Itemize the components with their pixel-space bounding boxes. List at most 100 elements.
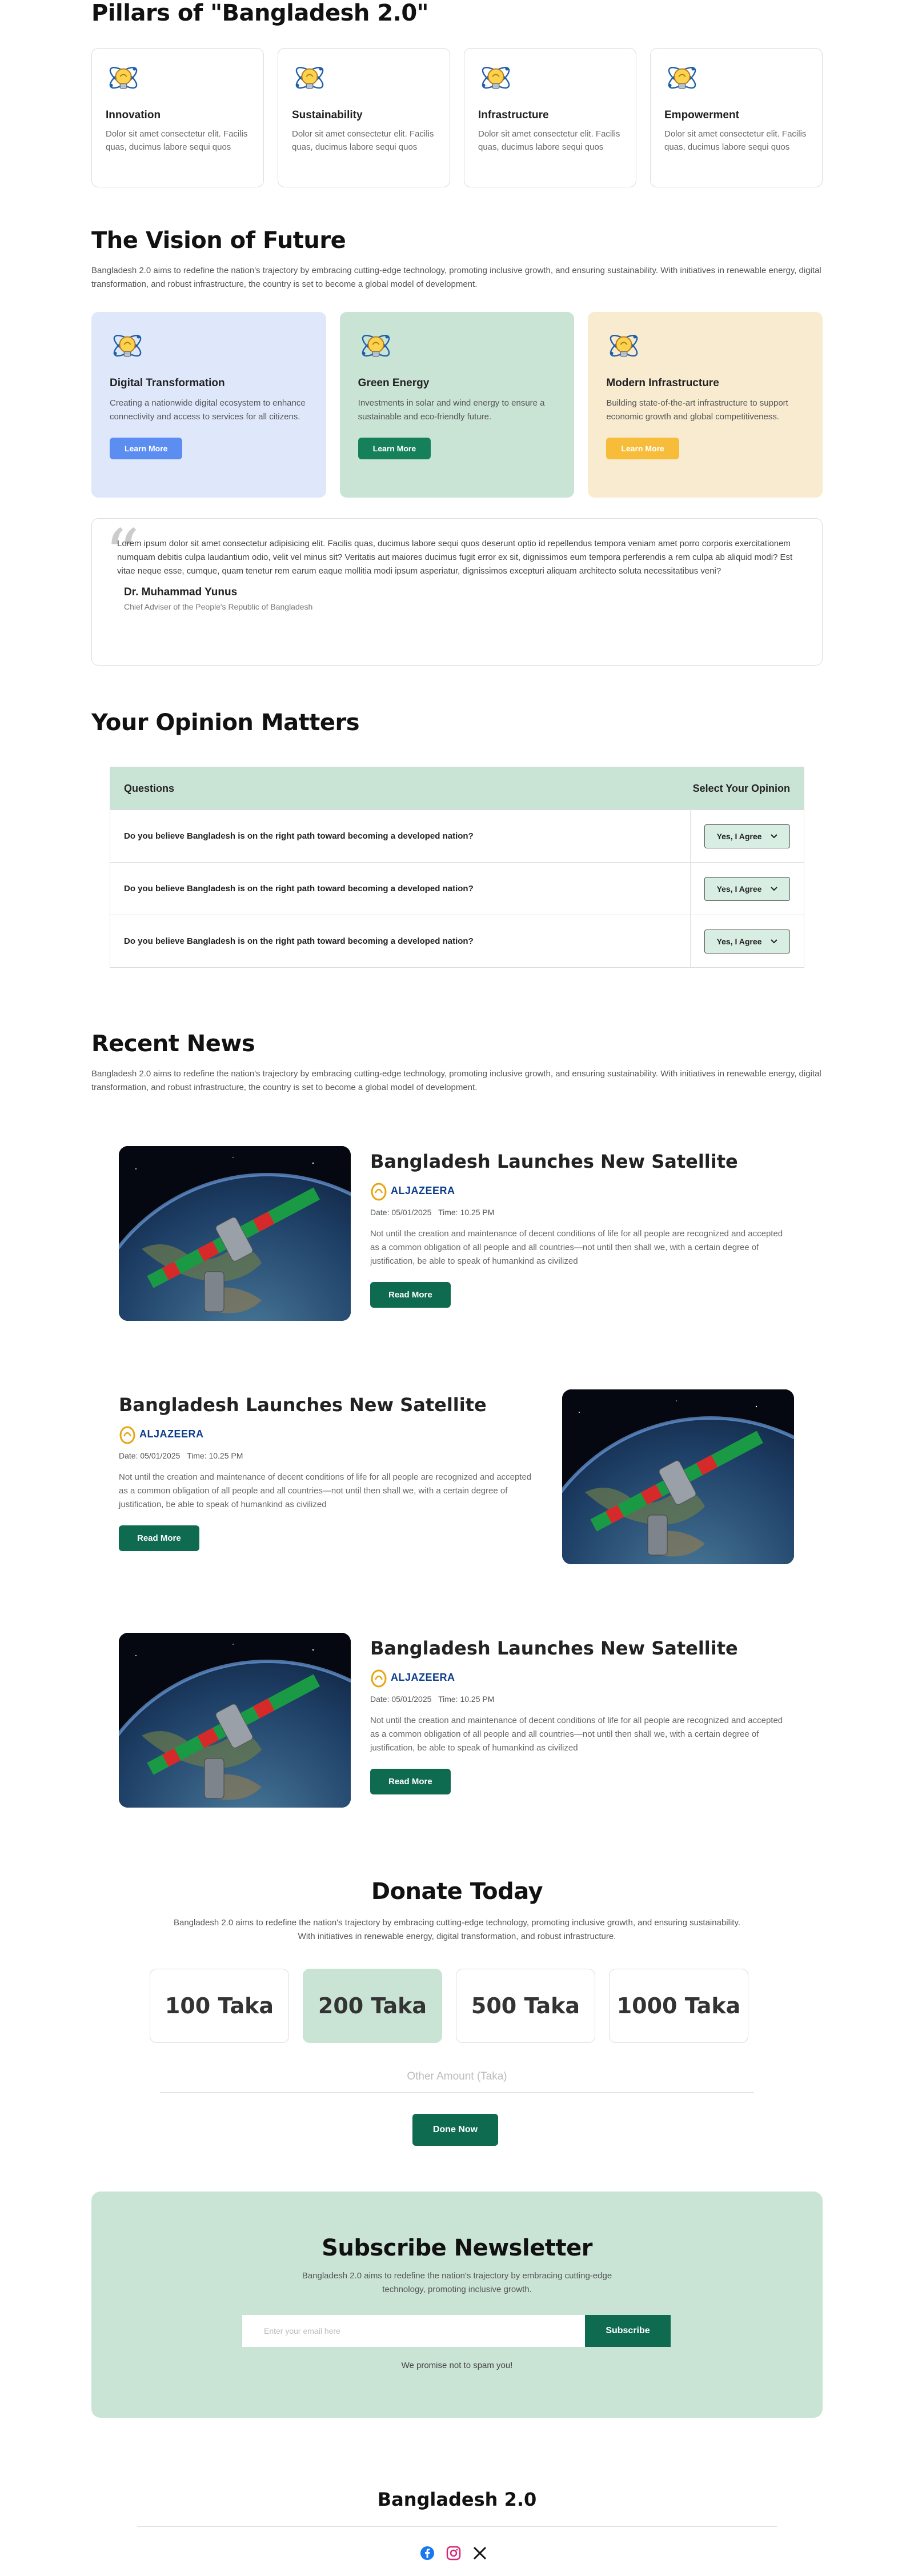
learn-more-button[interactable]: Learn More	[606, 438, 679, 459]
news-title: Recent News	[91, 1031, 255, 1057]
satellite-image	[119, 1146, 351, 1321]
news-date: Date: 05/01/2025	[370, 1694, 432, 1704]
news-source: ALJAZEERA	[391, 1671, 455, 1683]
subscribe-button[interactable]: Subscribe	[585, 2315, 671, 2347]
opinion-select[interactable]: Yes, I Agree	[704, 876, 790, 901]
amount-option[interactable]: 1000 Taka	[609, 1969, 748, 2043]
chevron-down-icon	[771, 834, 778, 838]
facebook-icon[interactable]	[420, 2546, 435, 2561]
news-time: Time: 10.25 PM	[438, 1208, 495, 1217]
pillar-card-infrastructure: Infrastructure Dolor sit amet consectetu…	[464, 48, 636, 187]
news-desc: Not until the creation and maintenance o…	[370, 1716, 783, 1753]
pillar-title: Infrastructure	[478, 109, 549, 121]
opinion-title: Your Opinion Matters	[91, 710, 360, 736]
pillars-list: Innovation Dolor sit amet consectetur el…	[91, 48, 823, 187]
newsletter-intro-1: Bangladesh 2.0 aims to redefine the nati…	[302, 2271, 612, 2281]
table-row: Do you believe Bangladesh is on the righ…	[110, 862, 804, 915]
lightbulb-icon	[606, 329, 642, 364]
aljazeera-logo-icon	[371, 1183, 387, 1201]
news-intro: Bangladesh 2.0 aims to redefine the nati…	[91, 1069, 821, 1092]
amount-option-selected[interactable]: 200 Taka	[303, 1969, 442, 2043]
opinion-select[interactable]: Yes, I Agree	[704, 824, 790, 848]
selected-value: Yes, I Agree	[716, 936, 762, 946]
chevron-down-icon	[771, 939, 778, 943]
opinion-table: Questions Select Your Opinion Do you bel…	[110, 767, 804, 968]
social-links	[420, 2546, 487, 2561]
vision-card-digital: Digital Transformation Creating a nation…	[91, 312, 326, 498]
vision-card-title: Digital Transformation	[110, 377, 225, 389]
pillars-title: Pillars of "Bangladesh 2.0"	[91, 0, 429, 26]
read-more-button[interactable]: Read More	[370, 1282, 451, 1308]
donate-intro-2: With initiatives in renewable energy, di…	[298, 1932, 616, 1941]
satellite-image	[562, 1389, 794, 1564]
selected-value: Yes, I Agree	[716, 884, 762, 894]
news-headline: Bangladesh Launches New Satellite	[370, 1637, 738, 1659]
news-source: ALJAZEERA	[139, 1428, 204, 1440]
donate-button[interactable]: Done Now	[412, 2114, 498, 2146]
aljazeera-logo-icon	[119, 1426, 135, 1444]
quote-text: Lorem ipsum dolor sit amet consectetur a…	[117, 539, 793, 576]
satellite-image	[119, 1633, 351, 1808]
vision-card-title: Green Energy	[358, 377, 430, 389]
footer: Bangladesh 2.0	[0, 2489, 914, 2527]
news-item: Bangladesh Launches New Satellite ALJAZE…	[119, 1146, 795, 1323]
read-more-button[interactable]: Read More	[370, 1769, 451, 1794]
instagram-icon[interactable]	[446, 2546, 461, 2561]
news-date: Date: 05/01/2025	[370, 1208, 432, 1217]
pillar-title: Sustainability	[292, 109, 363, 121]
lightbulb-icon	[292, 61, 327, 97]
news-date: Date: 05/01/2025	[119, 1451, 181, 1460]
vision-title: The Vision of Future	[91, 227, 346, 254]
opinion-select[interactable]: Yes, I Agree	[704, 929, 790, 954]
pillar-desc: Dolor sit amet consectetur elit. Facilis…	[664, 129, 807, 152]
news-item: Bangladesh Launches New Satellite ALJAZE…	[119, 1633, 795, 1810]
vision-card-desc: Building state-of-the-art infrastructure…	[606, 398, 788, 422]
selected-value: Yes, I Agree	[716, 831, 762, 841]
question-text: Do you believe Bangladesh is on the righ…	[110, 915, 691, 967]
newsletter-title: Subscribe Newsletter	[322, 2235, 592, 2261]
news-headline: Bangladesh Launches New Satellite	[119, 1394, 487, 1416]
vision-card-desc: Investments in solar and wind energy to …	[358, 398, 545, 422]
amount-option[interactable]: 500 Taka	[456, 1969, 595, 2043]
pillar-title: Empowerment	[664, 109, 739, 121]
pillars-section: Pillars of "Bangladesh 2.0" Innovation D…	[91, 0, 823, 187]
vision-card-title: Modern Infrastructure	[606, 377, 719, 389]
question-text: Do you believe Bangladesh is on the righ…	[110, 863, 691, 915]
quote-card: “ Lorem ipsum dolor sit amet consectetur…	[91, 518, 823, 666]
aljazeera-logo: ALJAZEERA	[119, 1424, 542, 1444]
chevron-down-icon	[771, 886, 778, 891]
quote-role: Chief Adviser of the People's Republic o…	[124, 602, 313, 611]
newsletter-intro-2: technology, promoting inclusive growth.	[382, 2285, 532, 2294]
question-text: Do you believe Bangladesh is on the righ…	[110, 810, 691, 862]
pillar-desc: Dolor sit amet consectetur elit. Facilis…	[106, 129, 248, 152]
quote-author: Dr. Muhammad Yunus	[124, 586, 238, 598]
donate-header: Donate Today Bangladesh 2.0 aims to rede…	[0, 1878, 914, 1944]
aljazeera-logo-icon	[371, 1669, 387, 1688]
news-source: ALJAZEERA	[391, 1184, 455, 1196]
vision-section: The Vision of Future Bangladesh 2.0 aims…	[91, 227, 823, 666]
subscribe-form: Enter your email here Subscribe	[242, 2315, 671, 2347]
donation-amounts: 100 Taka 200 Taka 500 Taka 1000 Taka	[150, 1969, 748, 2043]
read-more-button[interactable]: Read More	[119, 1525, 199, 1551]
news-time: Time: 10.25 PM	[438, 1694, 495, 1704]
column-questions: Questions	[124, 782, 175, 794]
footer-brand: Bangladesh 2.0	[377, 2489, 537, 2510]
footer-divider	[137, 2526, 777, 2527]
pillar-card-sustainability: Sustainability Dolor sit amet consectetu…	[278, 48, 450, 187]
lightbulb-icon	[478, 61, 514, 97]
other-amount-input[interactable]: Other Amount (Taka)	[160, 2070, 754, 2093]
vision-card-infrastructure: Modern Infrastructure Building state-of-…	[588, 312, 823, 498]
pillar-title: Innovation	[106, 109, 161, 121]
vision-card-desc: Creating a nationwide digital ecosystem …	[110, 398, 306, 422]
amount-option[interactable]: 100 Taka	[150, 1969, 289, 2043]
table-row: Do you believe Bangladesh is on the righ…	[110, 810, 804, 862]
learn-more-button[interactable]: Learn More	[110, 438, 183, 459]
learn-more-button[interactable]: Learn More	[358, 438, 431, 459]
x-icon[interactable]	[472, 2546, 487, 2561]
vision-card-green: Green Energy Investments in solar and wi…	[339, 312, 575, 498]
email-field[interactable]: Enter your email here	[242, 2315, 585, 2347]
lightbulb-icon	[358, 329, 394, 364]
donate-intro-1: Bangladesh 2.0 aims to redefine the nati…	[173, 1918, 741, 1928]
lightbulb-icon	[110, 329, 145, 364]
lightbulb-icon	[106, 61, 141, 97]
